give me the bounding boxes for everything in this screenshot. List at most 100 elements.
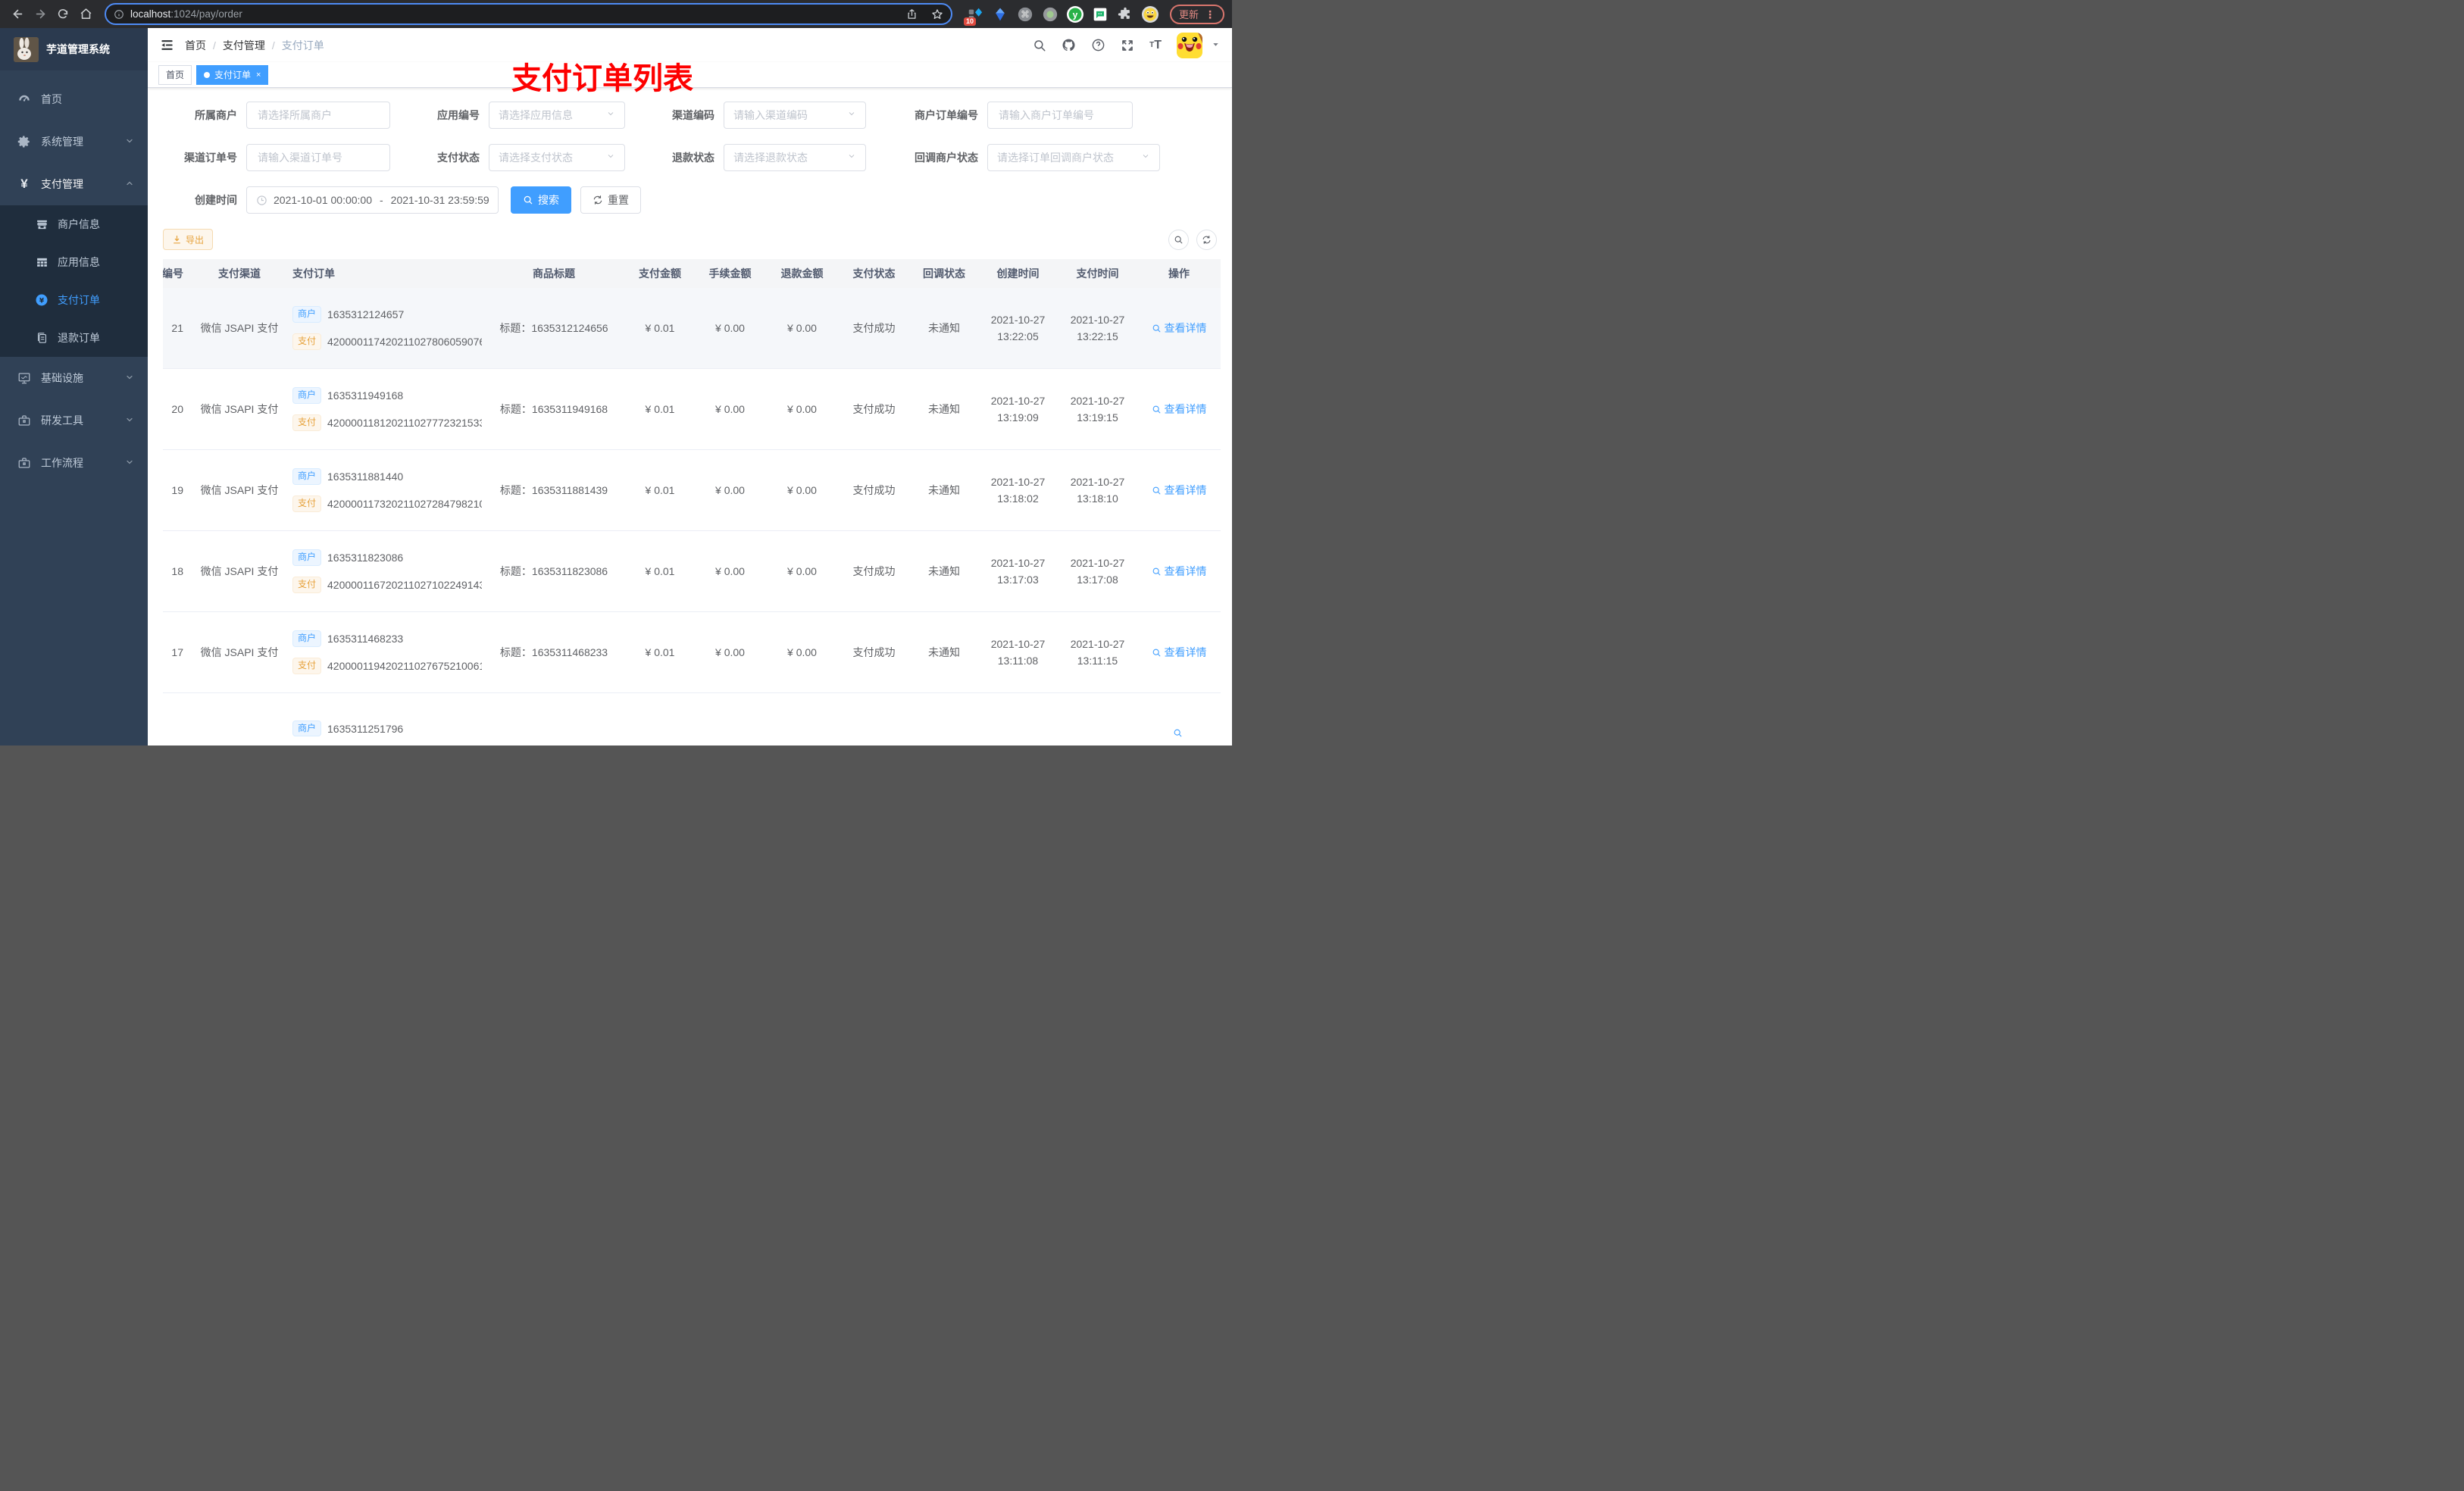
export-button[interactable]: 导出 [163,229,214,250]
view-detail-link[interactable] [1173,728,1186,738]
pay-amount: ¥ 0.01 [645,484,675,496]
forward-icon[interactable] [30,5,50,24]
extension-boxes-icon[interactable]: 10 [963,5,984,26]
extension-chat-icon[interactable] [1091,5,1109,23]
view-detail-link[interactable]: 查看详情 [1152,483,1207,498]
fullscreen-icon[interactable] [1121,39,1134,52]
action-cell: 查看详情 [1137,483,1221,498]
sidebar-item-pay[interactable]: ¥ 支付管理 [0,163,148,205]
profile-emoji-icon[interactable] [1141,5,1159,23]
reset-button[interactable]: 重置 [580,186,641,214]
sidebar-item-system[interactable]: 系统管理 [0,120,148,163]
product-title: 标题：1635311468233 [499,646,608,658]
tab-label: 首页 [166,70,185,80]
sidebar-item-home[interactable]: 首页 [0,78,148,120]
sidebar-item-label: 首页 [41,93,62,105]
orders-table: 编号 支付渠道 支付订单 商品标题 支付金额 手续金额 退款金额 支付状态 回调… [163,259,1232,746]
share-icon[interactable] [906,8,918,20]
breadcrumb-current: 支付订单 [281,39,324,52]
merchant-order-no-field[interactable] [997,108,1123,122]
action-cell: 查看详情 [1137,564,1221,579]
merchant-input-field[interactable] [256,108,380,122]
extension-command-icon[interactable]: ⌘ [1016,5,1034,23]
extension-dot-icon[interactable] [1041,5,1059,23]
pay-status-select[interactable]: 请选择支付状态 [489,144,625,171]
url-bar[interactable]: localhost:1024/pay/order [105,3,952,25]
fee-amount: ¥ 0.00 [715,484,745,496]
sidebar-item-merchant-info[interactable]: 商户信息 [0,205,148,243]
sidebar-menu: 首页 系统管理 ¥ 支付管理 商户信息 应用信息 ¥ 支付订单 退款订单 基础设… [0,70,148,484]
view-detail-link[interactable]: 查看详情 [1152,402,1207,417]
filter-pay-status: 支付状态 请选择支付状态 [414,144,625,171]
tab-label: 支付订单 [214,70,252,80]
refund-amount: ¥ 0.00 [787,484,817,496]
pay-tag: 支付 [292,495,322,512]
merchant-order-no: 1635312124657 [327,308,405,321]
tab-home[interactable]: 首页 [158,64,192,85]
sidebar-item-label: 研发工具 [41,414,83,427]
create-time-range[interactable]: 2021-10-01 00:00:00 - 2021-10-31 23:59:5… [246,186,499,214]
sidebar-item-refund-order[interactable]: 退款订单 [0,319,148,357]
action-cell: 查看详情 [1137,402,1221,417]
merchant-tag: 商户 [292,720,322,737]
info-icon[interactable] [114,9,124,20]
view-detail-link[interactable]: 查看详情 [1152,564,1207,579]
user-avatar[interactable] [1177,32,1202,58]
pay-status: 支付成功 [852,403,896,415]
sidebar-item-workflow[interactable]: 工作流程 [0,442,148,484]
url-host: localhost [130,8,171,20]
extensions-puzzle-icon[interactable] [1116,5,1134,23]
refund-status-select[interactable]: 请选择退款状态 [724,144,866,171]
bookmark-star-icon[interactable] [931,8,943,20]
channel-code-select[interactable]: 请输入渠道编码 [724,102,866,129]
toggle-search-button[interactable] [1168,229,1189,250]
merchant-tag: 商户 [292,549,322,566]
sidebar-item-app-info[interactable]: 应用信息 [0,243,148,281]
refresh-button[interactable] [1196,229,1217,250]
extension-kite-icon[interactable] [991,5,1009,23]
pay-status: 支付成功 [852,565,896,577]
merchant-order-no-input[interactable] [987,102,1133,129]
tab-close-icon[interactable]: × [256,70,261,80]
filter-notify-status: 回调商户状态 请选择订单回调商户状态 [890,144,1160,171]
filter-merchant: 所属商户 [163,102,390,129]
pay-amount: ¥ 0.01 [645,403,675,415]
pay-tag: 支付 [292,333,322,350]
channel-order-no-field[interactable] [256,151,380,164]
order-id: 19 [171,484,183,496]
search-icon[interactable] [1033,39,1046,52]
app-select[interactable]: 请选择应用信息 [489,102,625,129]
chevron-down-icon [125,457,134,469]
sidebar-item-devtools[interactable]: 研发工具 [0,399,148,442]
reload-icon[interactable] [53,5,73,24]
extension-y-icon[interactable]: y [1066,5,1084,23]
tab-pay-order[interactable]: 支付订单 × [196,64,269,85]
sidebar-item-infra[interactable]: 基础设施 [0,357,148,399]
merchant-input[interactable] [246,102,390,129]
briefcase-icon [15,456,33,470]
product-title: 标题：1635312124656 [499,322,608,334]
order-id: 18 [171,565,183,577]
notify-status-select[interactable]: 请选择订单回调商户状态 [987,144,1160,171]
chevron-up-icon [125,178,134,190]
sidebar-logo[interactable]: 芋道管理系统 [0,28,148,70]
user-menu-caret-icon[interactable] [1212,39,1220,52]
question-icon[interactable] [1091,38,1105,52]
font-size-icon[interactable]: TT [1149,39,1162,52]
channel-order-no-input[interactable] [246,144,390,171]
sidebar-item-pay-order[interactable]: ¥ 支付订单 [0,281,148,319]
browser-menu-icon[interactable]: ⋮ [1205,9,1215,20]
github-icon[interactable] [1062,38,1076,52]
home-icon[interactable] [76,5,95,24]
breadcrumb-pay[interactable]: 支付管理 [223,38,265,53]
view-detail-link[interactable]: 查看详情 [1152,320,1207,336]
sidebar-item-label: 支付订单 [58,294,100,306]
date-start: 2021-10-01 00:00:00 [274,194,372,206]
view-detail-link[interactable]: 查看详情 [1152,645,1207,660]
breadcrumb-home[interactable]: 首页 [185,38,206,53]
sidebar-fold-icon[interactable] [160,38,174,52]
search-button[interactable]: 搜索 [511,186,571,214]
back-icon[interactable] [8,5,27,24]
filter-label: 应用编号 [437,109,480,121]
update-button[interactable]: 更新 ⋮ [1169,4,1224,24]
